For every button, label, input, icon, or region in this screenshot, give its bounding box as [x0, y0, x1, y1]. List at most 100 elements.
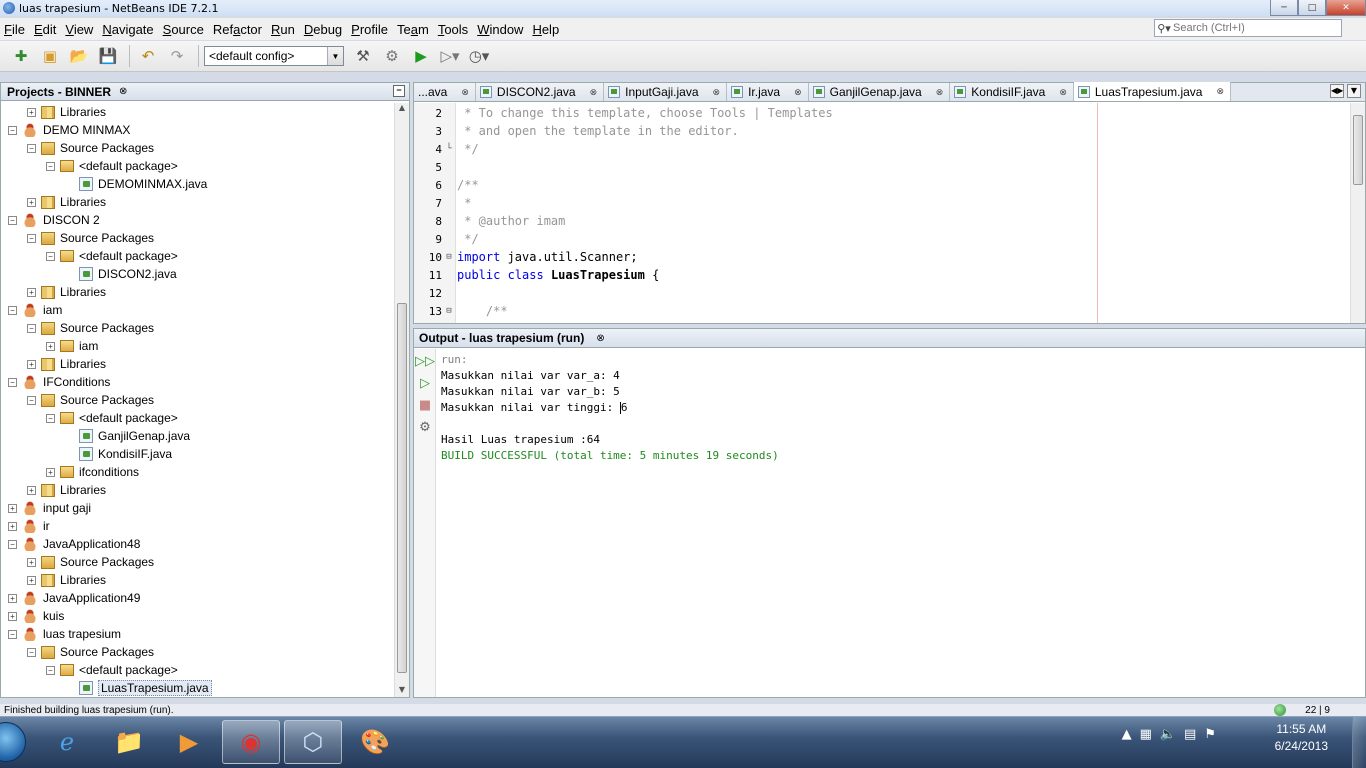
expand-icon[interactable]: + [27, 359, 36, 369]
tree-item[interactable]: − <default package> [1, 157, 394, 175]
code-line[interactable]: 11 public class LuasTrapesium { [414, 266, 1351, 284]
collapse-icon[interactable]: − [8, 377, 17, 387]
menu-debug[interactable]: Debug [300, 22, 346, 37]
menu-navigate[interactable]: Navigate [98, 22, 157, 37]
collapse-icon[interactable]: − [8, 215, 17, 225]
tree-item[interactable]: − Source Packages [1, 643, 394, 661]
tree-item[interactable]: − IFConditions [1, 373, 394, 391]
close-tab-icon[interactable]: ⊗ [461, 87, 469, 98]
menu-edit[interactable]: Edit [30, 22, 60, 37]
projects-scrollbar[interactable]: ▲ ▼ [394, 103, 409, 697]
start-button[interactable] [0, 722, 26, 764]
expand-icon[interactable]: + [8, 503, 17, 513]
scroll-up-icon[interactable]: ▲ [395, 103, 409, 115]
rerun-with-params-icon[interactable]: ▷ [416, 374, 434, 392]
close-tab-icon[interactable]: ⊗ [1216, 86, 1224, 97]
undo-icon[interactable]: ↶ [135, 44, 161, 68]
config-select[interactable]: <default config> ▼ [204, 46, 344, 66]
code-line[interactable]: 6 /** [414, 176, 1351, 194]
collapse-icon[interactable]: − [27, 143, 36, 153]
tree-item[interactable]: − DISCON 2 [1, 211, 394, 229]
editor-tab[interactable]: DISCON2.java ⊗ [475, 83, 605, 101]
settings-icon[interactable]: ⚙ [416, 418, 434, 436]
debug-icon[interactable]: ▷▾ [437, 44, 463, 68]
tree-item[interactable]: + Libraries [1, 283, 394, 301]
editor-scrollbar[interactable] [1350, 103, 1365, 323]
projects-panel-header[interactable]: Projects - BINNER ⊗ − [1, 83, 409, 101]
output-text[interactable]: run: Masukkan nilai var var_a: 4 Masukkan … [441, 353, 779, 465]
editor-tab[interactable]: ...ava ⊗ [414, 83, 476, 101]
code-line[interactable]: 10 ⊟ import java.util.Scanner; [414, 248, 1351, 266]
code-area[interactable]: 2 * To change this template, choose Tool… [414, 103, 1351, 323]
expand-icon[interactable]: + [46, 341, 55, 351]
tree-item[interactable]: − iam [1, 301, 394, 319]
tree-item[interactable]: + JavaApplication49 [1, 589, 394, 607]
tree-item[interactable]: + Libraries [1, 103, 394, 121]
collapse-icon[interactable]: − [8, 539, 17, 549]
media-player-icon[interactable]: ▶ [160, 720, 218, 764]
code-line[interactable]: 7 * [414, 194, 1351, 212]
code-line[interactable]: 9 */ [414, 230, 1351, 248]
fold-icon[interactable]: ⊟ [442, 252, 456, 262]
collapse-icon[interactable]: − [46, 413, 55, 423]
collapse-icon[interactable]: − [46, 665, 55, 675]
tree-item[interactable]: − <default package> [1, 247, 394, 265]
tab-scroll-left-icon[interactable]: ◀▶ [1330, 84, 1344, 98]
devices-icon[interactable]: ▤ [1184, 727, 1196, 742]
menu-source[interactable]: Source [159, 22, 208, 37]
tree-item[interactable]: − <default package> [1, 409, 394, 427]
editor-tab[interactable]: InputGaji.java ⊗ [604, 83, 728, 101]
collapse-icon[interactable]: − [8, 305, 17, 315]
editor-tab[interactable]: LuasTrapesium.java ⊗ [1073, 82, 1232, 101]
menu-view[interactable]: View [61, 22, 97, 37]
tree-item[interactable]: + Libraries [1, 355, 394, 373]
rerun-icon[interactable]: ▷▷ [415, 352, 435, 370]
editor-tab[interactable]: KondisiIF.java ⊗ [950, 83, 1074, 101]
close-icon[interactable]: ⊗ [596, 333, 604, 344]
expand-icon[interactable]: + [27, 107, 36, 117]
collapse-icon[interactable]: − [27, 647, 36, 657]
scrollbar-thumb[interactable] [1353, 115, 1363, 185]
tree-item[interactable]: + ifconditions [1, 463, 394, 481]
open-project-icon[interactable]: 📂 [66, 44, 92, 68]
menu-tools[interactable]: Tools [434, 22, 472, 37]
code-line[interactable]: 3 * and open the template in the editor. [414, 122, 1351, 140]
close-tab-icon[interactable]: ⊗ [794, 87, 802, 98]
internet-explorer-icon[interactable]: ℯ [38, 720, 96, 764]
close-tab-icon[interactable]: ⊗ [1059, 87, 1067, 98]
menu-profile[interactable]: Profile [347, 22, 392, 37]
fold-icon[interactable]: ⊟ [442, 306, 456, 316]
expand-icon[interactable]: + [27, 575, 36, 585]
expand-icon[interactable]: + [8, 611, 17, 621]
tree-item[interactable]: + Libraries [1, 571, 394, 589]
tree-item[interactable]: − <default package> [1, 661, 394, 679]
tree-item[interactable]: − Source Packages [1, 391, 394, 409]
tree-item[interactable]: + input gaji [1, 499, 394, 517]
hammer-icon[interactable]: ⚒ [350, 44, 376, 68]
collapse-icon[interactable]: − [8, 125, 17, 135]
flag-icon[interactable]: ⚑ [1204, 727, 1216, 742]
tree-item[interactable]: + kuis [1, 607, 394, 625]
collapse-icon[interactable]: − [46, 161, 55, 171]
collapse-icon[interactable]: − [46, 251, 55, 261]
tree-item[interactable]: − DEMO MINMAX [1, 121, 394, 139]
tree-item[interactable]: + Libraries [1, 481, 394, 499]
tree-item[interactable]: − Source Packages [1, 139, 394, 157]
netbeans-taskbar-icon[interactable]: ⬡ [284, 720, 342, 764]
tree-item[interactable]: + ir [1, 517, 394, 535]
search-input[interactable] [1173, 22, 1333, 34]
save-all-icon[interactable]: 💾 [95, 44, 121, 68]
expand-icon[interactable]: + [8, 593, 17, 603]
tree-item[interactable]: DISCON2.java [1, 265, 394, 283]
tree-item[interactable]: + Source Packages [1, 553, 394, 571]
collapse-icon[interactable]: − [27, 233, 36, 243]
tree-item[interactable]: KondisiIF.java [1, 445, 394, 463]
profile-icon[interactable]: ◷▾ [466, 44, 492, 68]
menu-help[interactable]: Help [528, 22, 563, 37]
code-line[interactable]: 4 └ */ [414, 140, 1351, 158]
minimize-button[interactable]: ─ [1270, 0, 1298, 16]
tree-item[interactable]: DEMOMINMAX.java [1, 175, 394, 193]
show-desktop-button[interactable] [1352, 717, 1366, 768]
redo-icon[interactable]: ↷ [164, 44, 190, 68]
clock[interactable]: 11:55 AM 6/24/2013 [1275, 721, 1328, 755]
